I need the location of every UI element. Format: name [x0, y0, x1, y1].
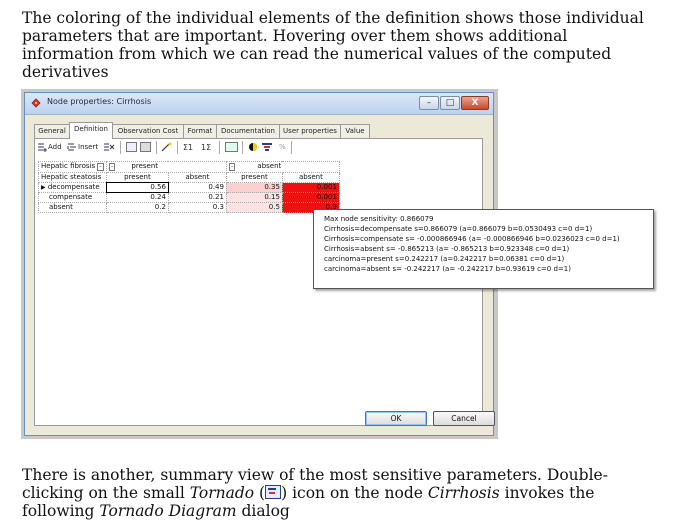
outro-text: dialog	[236, 502, 290, 520]
tornado-icon[interactable]	[262, 142, 273, 152]
add-row-icon	[38, 143, 47, 152]
toolbar-separator	[177, 141, 178, 154]
svg-text:1Σ: 1Σ	[201, 143, 211, 152]
collapse-toggle[interactable]: –	[108, 163, 116, 171]
complement-icon[interactable]: 1Σ	[201, 142, 215, 152]
table-row: absent 0.2 0.3 0.5 0.9	[38, 202, 340, 213]
table-cell[interactable]: 0.2	[105, 202, 169, 213]
definition-table: Hepatic fibrosis – – present – absent Hepa…	[38, 161, 340, 213]
steatosis-header: present	[225, 172, 283, 183]
paste-icon[interactable]	[140, 142, 151, 152]
row-label[interactable]: absent	[38, 202, 107, 213]
row-label[interactable]: compensate	[38, 192, 107, 203]
steatosis-header: absent	[281, 172, 340, 183]
maximize-button[interactable]: □	[440, 96, 460, 110]
toolbar-separator	[156, 141, 157, 154]
tab-value[interactable]: Value	[340, 124, 370, 138]
row-pointer-icon: ▶	[41, 184, 46, 191]
table-cell[interactable]: 0.001	[281, 192, 340, 203]
tab-observation-cost[interactable]: Observation Cost	[112, 124, 184, 138]
close-button[interactable]: X	[461, 96, 489, 110]
minimize-button[interactable]: –	[419, 96, 439, 110]
toolbar-separator	[291, 141, 292, 154]
tooltip-line: Cirrhosis=compensate s= -0.000866946 (a=…	[324, 235, 620, 243]
fibrosis-header-present: – present	[105, 161, 227, 173]
fibrosis-header-absent: – absent	[225, 161, 340, 173]
tab-definition[interactable]: Definition	[69, 122, 113, 139]
node-icon	[31, 98, 41, 108]
steatosis-header: absent	[167, 172, 227, 183]
row-label[interactable]: ▶ decompensate	[38, 182, 107, 193]
tornado-icon	[265, 485, 282, 499]
outro-paragraph: There is another, summary view of the mo…	[22, 466, 608, 520]
tooltip-line: Cirrhosis=decompensate s=0.866079 (a=0.8…	[324, 225, 593, 233]
delete-row-icon[interactable]	[103, 142, 115, 152]
steatosis-header: present	[105, 172, 169, 183]
table-cell[interactable]: 0.3	[167, 202, 227, 213]
table-cell[interactable]: 0.001	[281, 182, 340, 193]
normalize-icon[interactable]: Σ1	[183, 142, 197, 152]
percent-button[interactable]: %	[279, 141, 286, 154]
parent1-label: Hepatic fibrosis –	[38, 161, 107, 173]
copy-icon[interactable]	[126, 142, 137, 152]
table-row: compensate 0.24 0.21 0.15 0.001	[38, 192, 340, 203]
add-button[interactable]: Add	[48, 141, 62, 154]
tab-user-properties[interactable]: User properties	[279, 124, 341, 138]
toolbar-separator	[120, 141, 121, 154]
node-name: Cirrhosis	[427, 484, 500, 502]
table-row: ▶ decompensate 0.56 0.49 0.35 0.001	[38, 182, 340, 193]
tab-documentation[interactable]: Documentation	[216, 124, 280, 138]
ok-button[interactable]: OK	[365, 411, 427, 426]
insert-button[interactable]: Insert	[78, 141, 98, 154]
tab-general[interactable]: General	[34, 124, 70, 138]
toolbar: Add Insert Σ1 1Σ %	[37, 140, 477, 156]
collapse-toggle[interactable]: –	[97, 163, 104, 171]
wand-icon[interactable]	[161, 142, 173, 152]
tornado-term: Tornado	[189, 484, 255, 502]
table-cell[interactable]: 0.49	[167, 182, 227, 193]
sensitivity-tooltip: Max node sensitivity: 0.866079 Cirrhosis…	[313, 209, 654, 289]
dialog-name: Tornado Diagram	[99, 502, 237, 520]
toolbar-separator	[242, 141, 243, 154]
intro-paragraph: The coloring of the individual elements …	[22, 9, 644, 81]
table-cell[interactable]: 0.15	[225, 192, 283, 203]
tooltip-line: carcinoma=absent s= -0.242217 (a= -0.242…	[324, 265, 571, 273]
sensitivity-icon[interactable]	[248, 142, 258, 152]
parent2-label: Hepatic steatosis	[38, 172, 107, 183]
tab-format[interactable]: Format	[183, 124, 217, 138]
table-cell[interactable]: 0.56	[105, 182, 169, 193]
table-cell[interactable]: 0.24	[105, 192, 169, 203]
tooltip-line: Max node sensitivity: 0.866079	[324, 215, 434, 223]
cancel-button[interactable]: Cancel	[433, 411, 495, 426]
tooltip-line: Cirrhosis=absent s= -0.865213 (a= -0.865…	[324, 245, 570, 253]
toolbar-separator	[219, 141, 220, 154]
collapse-toggle[interactable]: –	[228, 163, 236, 171]
insert-row-icon	[67, 143, 76, 151]
table-cell[interactable]: 0.35	[225, 182, 283, 193]
table-cell[interactable]: 0.5	[225, 202, 283, 213]
window-title: Node properties: Cirrhosis	[47, 97, 152, 106]
chart-icon[interactable]	[225, 142, 238, 152]
tooltip-line: carcinoma=present s=0.242217 (a=0.242217…	[324, 255, 565, 263]
outro-text: icon on the node	[287, 484, 428, 502]
title-bar[interactable]: Node properties: Cirrhosis – □ X	[25, 93, 493, 115]
svg-text:Σ1: Σ1	[183, 143, 193, 152]
table-cell[interactable]: 0.21	[167, 192, 227, 203]
